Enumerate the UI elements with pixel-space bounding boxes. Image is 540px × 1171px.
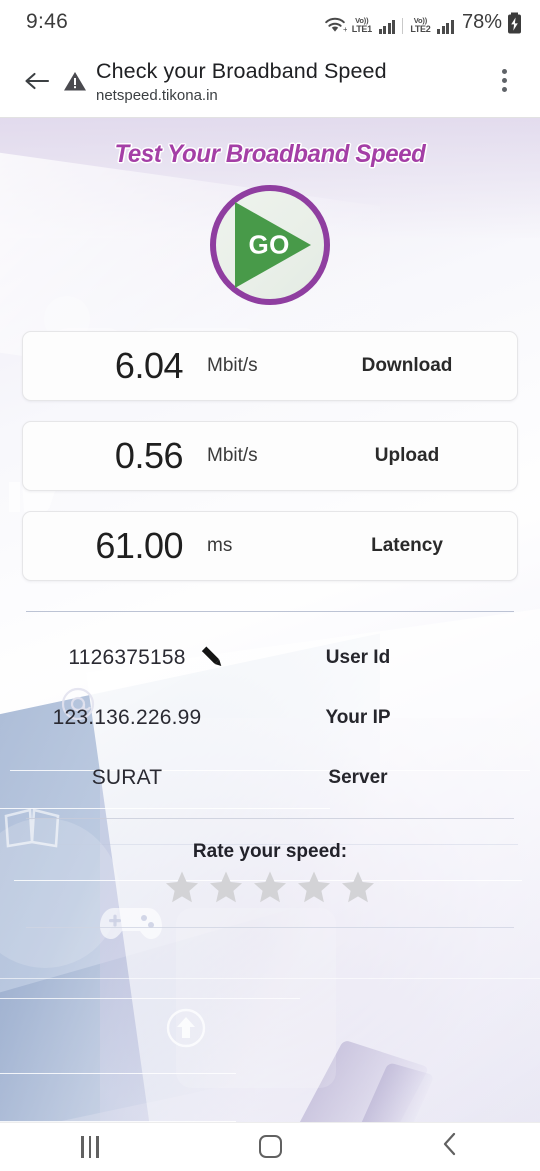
nav-recents-button[interactable] bbox=[45, 1123, 135, 1171]
star-2[interactable] bbox=[208, 869, 244, 905]
rating-section: Rate your speed: bbox=[22, 841, 518, 905]
info-row-your-ip: 123.136.226.99 Your IP bbox=[22, 688, 518, 748]
star-4[interactable] bbox=[296, 869, 332, 905]
result-card-latency: 61.00 ms Latency bbox=[22, 511, 518, 581]
result-card-upload: 0.56 Mbit/s Upload bbox=[22, 421, 518, 491]
status-bar: 9:46 + Vo)) LTE1 Vo)) LTE2 78% bbox=[0, 0, 540, 44]
star-rating-control[interactable] bbox=[22, 869, 518, 905]
sim2-network-label: LTE2 bbox=[410, 23, 431, 34]
rating-divider bbox=[26, 927, 514, 928]
server-value: SURAT bbox=[91, 766, 163, 789]
warning-triangle-icon[interactable] bbox=[60, 70, 90, 92]
back-chevron-icon bbox=[439, 1131, 461, 1162]
sim1-volte-icon: Vo)) LTE1 bbox=[352, 17, 372, 34]
latency-unit: ms bbox=[207, 535, 233, 556]
server-label: Server bbox=[328, 767, 388, 788]
results-divider bbox=[26, 611, 514, 612]
go-button[interactable]: GO bbox=[210, 185, 330, 305]
download-unit: Mbit/s bbox=[207, 355, 258, 376]
status-bar-clock: 9:46 bbox=[26, 10, 69, 33]
upload-value: 0.56 bbox=[114, 435, 184, 476]
results-list: 6.04 Mbit/s Download 0.56 Mbit/s Upload … bbox=[22, 331, 518, 581]
browser-back-button[interactable] bbox=[14, 58, 60, 104]
page-url-label: netspeed.tikona.in bbox=[96, 86, 218, 104]
sim2-signal-bars-icon bbox=[437, 19, 454, 34]
upload-unit: Mbit/s bbox=[207, 445, 258, 466]
overflow-menu-icon[interactable] bbox=[484, 69, 524, 92]
battery-charging-icon bbox=[507, 12, 522, 34]
home-icon bbox=[258, 1135, 282, 1158]
info-row-server: SURAT Server bbox=[22, 748, 518, 808]
download-label: Download bbox=[361, 355, 453, 376]
user-id-label: User Id bbox=[325, 647, 391, 668]
browser-toolbar: Check your Broadband Speed netspeed.tiko… bbox=[0, 44, 540, 118]
user-id-value-wrapper: 1126375158 bbox=[22, 646, 232, 670]
star-5[interactable] bbox=[340, 869, 376, 905]
server-value-wrapper: SURAT bbox=[22, 766, 232, 790]
rating-title: Rate your speed: bbox=[192, 841, 348, 862]
battery-percent-label: 78% bbox=[461, 10, 502, 33]
sim2-volte-icon: Vo)) LTE2 bbox=[410, 17, 430, 34]
upload-arrow-icon bbox=[166, 1008, 206, 1053]
user-id-value: 1126375158 bbox=[68, 646, 186, 669]
star-1[interactable] bbox=[164, 869, 200, 905]
star-3[interactable] bbox=[252, 869, 288, 905]
connection-info-list: 1126375158 User Id 123.136.226.99 Your I… bbox=[22, 628, 518, 808]
your-ip-value: 123.136.226.99 bbox=[52, 706, 202, 729]
go-button-container: GO bbox=[22, 185, 518, 305]
page-title-label: Check your Broadband Speed bbox=[96, 58, 387, 83]
speedtest-heading: Test Your Broadband Speed bbox=[114, 140, 426, 168]
sim1-signal-bars-icon bbox=[378, 19, 396, 34]
upload-label: Upload bbox=[374, 445, 440, 466]
sim1-network-label: LTE1 bbox=[351, 23, 372, 34]
latency-value: 61.00 bbox=[95, 525, 183, 566]
status-divider bbox=[402, 17, 404, 34]
wifi-icon: + bbox=[323, 16, 347, 34]
svg-text:+: + bbox=[343, 25, 347, 34]
your-ip-label: Your IP bbox=[325, 707, 391, 728]
info-divider bbox=[26, 818, 514, 819]
webpage-viewport: Test Your Broadband Speed GO 6.04 Mbit/s… bbox=[0, 118, 540, 1122]
pencil-edit-icon[interactable] bbox=[196, 641, 230, 675]
info-row-user-id: 1126375158 User Id bbox=[22, 628, 518, 688]
browser-url-block[interactable]: Check your Broadband Speed netspeed.tiko… bbox=[96, 56, 484, 105]
nav-home-button[interactable] bbox=[225, 1123, 315, 1171]
your-ip-value-wrapper: 123.136.226.99 bbox=[22, 706, 232, 730]
go-button-label: GO bbox=[248, 229, 290, 260]
android-nav-bar bbox=[0, 1122, 540, 1170]
result-card-download: 6.04 Mbit/s Download bbox=[22, 331, 518, 401]
latency-label: Latency bbox=[371, 535, 443, 556]
recents-icon bbox=[81, 1135, 99, 1158]
page-content: Test Your Broadband Speed GO 6.04 Mbit/s… bbox=[0, 140, 540, 928]
nav-back-button[interactable] bbox=[405, 1123, 495, 1171]
download-value: 6.04 bbox=[114, 345, 184, 386]
status-bar-indicators: + Vo)) LTE1 Vo)) LTE2 78% bbox=[323, 11, 522, 34]
